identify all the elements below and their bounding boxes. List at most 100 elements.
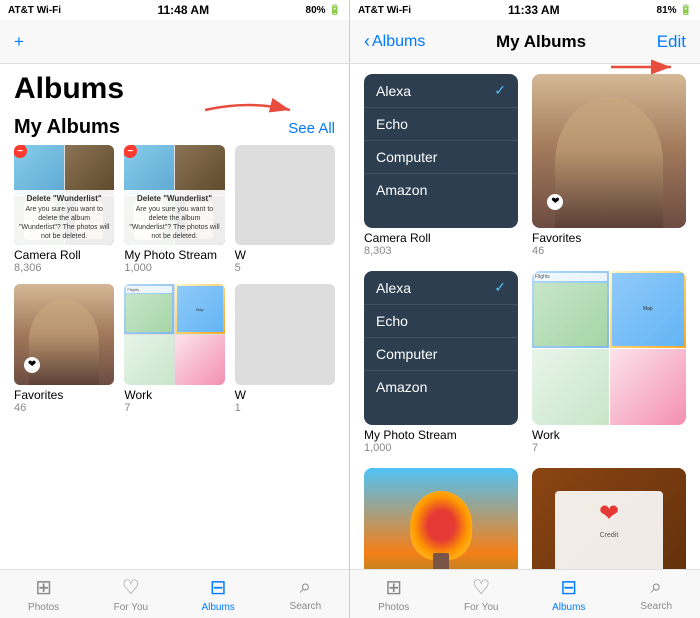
see-all-button[interactable]: See All xyxy=(288,120,335,137)
albums-grid: − Wallpapers Wunderlist Delete "Wunderli… xyxy=(0,145,349,414)
tab-label-for-you-right: For You xyxy=(464,602,498,613)
album-count-2: 5 xyxy=(235,262,335,274)
album-name-3: Favorites xyxy=(14,388,114,402)
add-button[interactable]: + xyxy=(14,32,24,52)
right-album-name-3: Work xyxy=(532,428,686,442)
albums-icon-left: ⊟ xyxy=(210,575,227,600)
album-thumb-photo-stream: − Wallpapers Wunderlist Delete "Wunderli… xyxy=(124,145,224,245)
left-battery: 80% 🔋 xyxy=(306,5,341,16)
photos-icon-right: ⊞ xyxy=(385,575,402,600)
right-thumb-camera-roll: Alexa ✓ Echo Computer Amazon xyxy=(364,74,518,228)
album-thumb-favorites: ❤ xyxy=(14,284,114,384)
right-screen: AT&T Wi-Fi 11:33 AM 81% 🔋 ‹ Albums My Al… xyxy=(350,0,700,618)
right-thumb-balloon xyxy=(364,468,518,569)
dropdown-item-computer: Computer xyxy=(364,141,518,174)
tab-photos-right[interactable]: ⊞ Photos xyxy=(350,575,438,613)
right-album-name-2: My Photo Stream xyxy=(364,428,518,442)
edit-button[interactable]: Edit xyxy=(657,32,686,52)
album-count-0: 8,306 xyxy=(14,262,114,274)
for-you-icon-left: ♡ xyxy=(122,575,140,600)
album-photo-stream[interactable]: − Wallpapers Wunderlist Delete "Wunderli… xyxy=(124,145,224,274)
left-nav-bar: + xyxy=(0,20,349,64)
right-thumb-photo-stream: Alexa ✓ Echo Computer Amazon xyxy=(364,271,518,425)
tab-label-photos-right: Photos xyxy=(378,602,409,613)
right-album-count-3: 7 xyxy=(532,442,686,454)
right-album-balloon[interactable] xyxy=(364,468,518,569)
delete-dialog-2: Delete "Wunderlist" Are you sure you wan… xyxy=(124,190,224,246)
right-album-heart[interactable]: ❤ Credit xyxy=(532,468,686,569)
album-favorites[interactable]: ❤ Favorites 46 xyxy=(14,284,114,413)
right-album-photo-stream[interactable]: Alexa ✓ Echo Computer Amazon xyxy=(364,271,518,454)
tab-albums-right[interactable]: ⊟ Albums xyxy=(525,575,613,613)
tab-label-photos-left: Photos xyxy=(28,602,59,613)
album-count-3: 46 xyxy=(14,402,114,414)
album-work[interactable]: Flights Map Work 7 xyxy=(124,284,224,413)
album-name-5: W xyxy=(235,388,335,402)
search-icon-right: ⌕ xyxy=(651,576,662,599)
tab-for-you-right[interactable]: ♡ For You xyxy=(438,575,526,613)
section-title: My Albums xyxy=(14,116,120,139)
page-title: Albums xyxy=(0,64,349,110)
dropdown-item-echo-2: Echo xyxy=(364,305,518,338)
left-status-bar: AT&T Wi-Fi 11:48 AM 80% 🔋 xyxy=(0,0,349,20)
right-battery: 81% 🔋 xyxy=(657,5,692,16)
right-album-name-0: Camera Roll xyxy=(364,231,518,245)
right-album-work[interactable]: Flights Map Work 7 xyxy=(532,271,686,454)
dropdown-menu-2: Alexa ✓ Echo Computer Amazon xyxy=(364,271,518,425)
albums-content: − Wallpapers Wunderlist Delete "Wunderli… xyxy=(0,145,349,569)
right-nav-bar: ‹ Albums My Albums Edit xyxy=(350,20,700,64)
right-album-count-1: 46 xyxy=(532,245,686,257)
album-name-2: W xyxy=(235,248,335,262)
tab-photos-left[interactable]: ⊞ Photos xyxy=(0,575,87,613)
album-count-5: 1 xyxy=(235,402,335,414)
back-button[interactable]: ‹ Albums xyxy=(364,31,425,52)
search-icon-left: ⌕ xyxy=(300,576,311,599)
left-screen: AT&T Wi-Fi 11:48 AM 80% 🔋 + Albums My Al… xyxy=(0,0,350,618)
left-time: 11:48 AM xyxy=(157,3,209,17)
right-thumb-work: Flights Map xyxy=(532,271,686,425)
tab-label-search-right: Search xyxy=(640,601,672,612)
album-w2[interactable]: W 1 xyxy=(235,284,335,413)
right-album-name-1: Favorites xyxy=(532,231,686,245)
albums-icon-right: ⊟ xyxy=(560,575,577,600)
left-carrier: AT&T Wi-Fi xyxy=(8,5,61,16)
album-thumb-w xyxy=(235,145,335,245)
dropdown-item-echo: Echo xyxy=(364,108,518,141)
album-thumb-work: Flights Map xyxy=(124,284,224,384)
dropdown-item-amazon-2: Amazon xyxy=(364,371,518,403)
tab-label-albums-right: Albums xyxy=(552,602,585,613)
right-time: 11:33 AM xyxy=(508,3,560,17)
album-name-0: Camera Roll xyxy=(14,248,114,262)
right-thumb-favorites: ❤ xyxy=(532,74,686,228)
right-nav-title: My Albums xyxy=(496,32,586,52)
album-thumb-camera-roll: − Wallpapers Wunderlist Delete "Wunderli… xyxy=(14,145,114,245)
dropdown-menu-1: Alexa ✓ Echo Computer Amazon xyxy=(364,74,518,228)
right-tab-bar: ⊞ Photos ♡ For You ⊟ Albums ⌕ Search xyxy=(350,569,700,618)
right-album-count-2: 1,000 xyxy=(364,442,518,454)
dropdown-item-alexa-2: Alexa ✓ xyxy=(364,271,518,305)
right-album-favorites[interactable]: ❤ Favorites 46 xyxy=(532,74,686,257)
for-you-icon-right: ♡ xyxy=(472,575,490,600)
tab-label-albums-left: Albums xyxy=(201,602,234,613)
right-album-count-0: 8,303 xyxy=(364,245,518,257)
album-w-partial[interactable]: W 5 xyxy=(235,145,335,274)
right-thumb-heart: ❤ Credit xyxy=(532,468,686,569)
tab-albums-left[interactable]: ⊟ Albums xyxy=(175,575,262,613)
dropdown-item-alexa: Alexa ✓ xyxy=(364,74,518,108)
back-label: Albums xyxy=(372,33,425,51)
album-count-4: 7 xyxy=(124,402,224,414)
dropdown-item-computer-2: Computer xyxy=(364,338,518,371)
right-albums-grid: Alexa ✓ Echo Computer Amazon xyxy=(350,64,700,569)
tab-for-you-left[interactable]: ♡ For You xyxy=(87,575,174,613)
right-albums-list: Alexa ✓ Echo Computer Amazon xyxy=(350,64,700,569)
left-tab-bar: ⊞ Photos ♡ For You ⊟ Albums ⌕ Search xyxy=(0,569,349,618)
right-carrier: AT&T Wi-Fi xyxy=(358,5,411,16)
right-album-camera-roll[interactable]: Alexa ✓ Echo Computer Amazon xyxy=(364,74,518,257)
dropdown-item-amazon: Amazon xyxy=(364,174,518,206)
album-count-1: 1,000 xyxy=(124,262,224,274)
section-header: My Albums See All xyxy=(0,110,349,145)
tab-search-left[interactable]: ⌕ Search xyxy=(262,576,349,612)
photos-icon-left: ⊞ xyxy=(35,575,52,600)
tab-search-right[interactable]: ⌕ Search xyxy=(613,576,700,612)
album-camera-roll[interactable]: − Wallpapers Wunderlist Delete "Wunderli… xyxy=(14,145,114,274)
